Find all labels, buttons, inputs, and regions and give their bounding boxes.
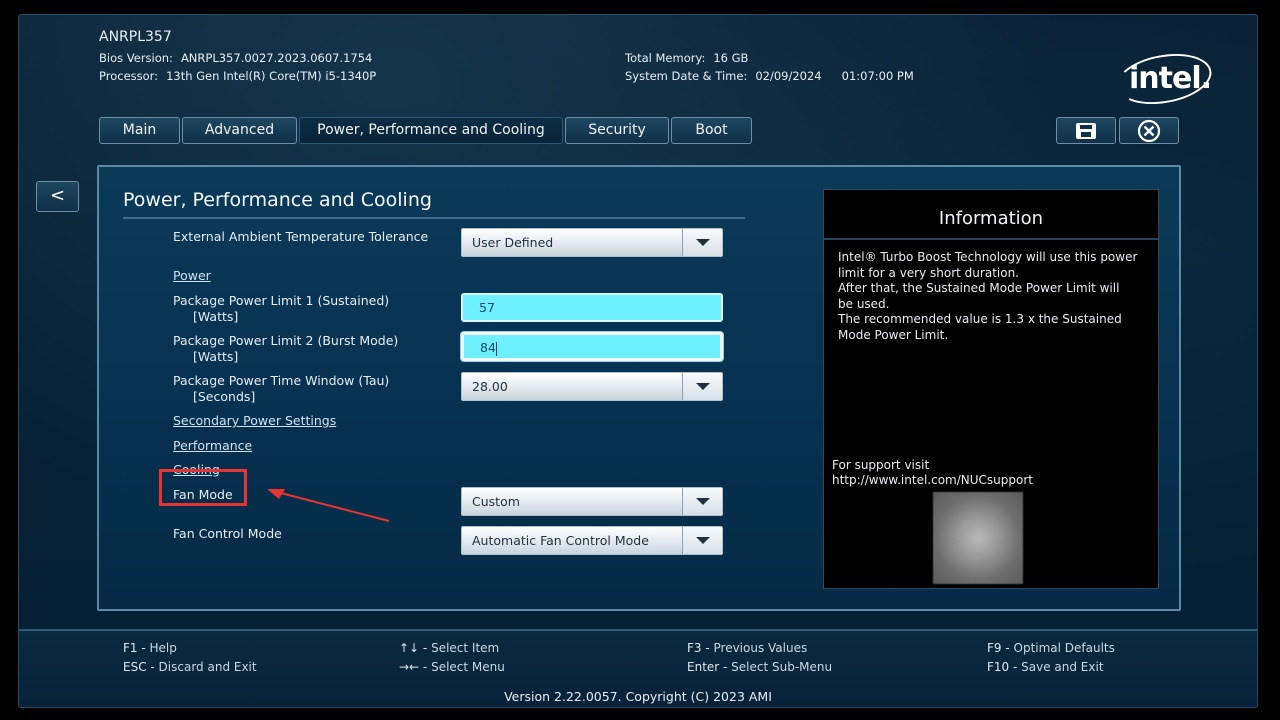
pl1-unit: [Watts]	[193, 309, 239, 324]
info-line-2: After that, the Sustained Mode Power Lim…	[838, 281, 1120, 311]
fan-control-value: Automatic Fan Control Mode	[472, 533, 649, 548]
chevron-down-icon	[682, 373, 722, 400]
tab-main[interactable]: Main	[99, 117, 180, 144]
save-button[interactable]	[1056, 117, 1116, 144]
close-icon	[1137, 119, 1161, 142]
pl2-label-group: Package Power Limit 2 (Burst Mode) [Watt…	[173, 333, 398, 365]
key-arrows-updown: ↑↓ - Select Item	[399, 641, 500, 655]
time-value: 01:07:00 PM	[841, 69, 914, 83]
title-divider	[123, 217, 745, 219]
intel-logo: intel.	[1129, 61, 1212, 96]
datetime-label: System Date & Time:	[625, 69, 748, 83]
footer-keys: F1 - Help ESC - Discard and Exit ↑↓ - Se…	[19, 629, 1257, 707]
key-enter: Enter - Select Sub-Menu	[687, 660, 833, 674]
chevron-down-icon	[682, 527, 722, 554]
fan-control-dropdown[interactable]: Automatic Fan Control Mode	[461, 526, 723, 555]
secondary-power-link[interactable]: Secondary Power Settings	[173, 413, 336, 428]
support-line-1: For support visit	[832, 458, 930, 472]
pl2-unit: [Watts]	[193, 349, 239, 364]
information-panel: Information Intel® Turbo Boost Technolog…	[823, 189, 1159, 589]
tau-value: 28.00	[472, 379, 508, 394]
info-line-1: Intel® Turbo Boost Technology will use t…	[838, 250, 1138, 280]
support-url: http://www.intel.com/NUCsupport	[832, 473, 1033, 487]
tab-boot[interactable]: Boot	[671, 117, 752, 144]
ambient-temp-dropdown[interactable]: User Defined	[461, 228, 723, 257]
information-divider	[824, 238, 1158, 240]
fan-control-label: Fan Control Mode	[173, 526, 282, 541]
chevron-down-icon	[682, 229, 722, 256]
tab-bar: Main Advanced Power, Performance and Coo…	[99, 117, 752, 144]
bios-version-label: Bios Version:	[99, 51, 173, 65]
info-line-3: The recommended value is 1.3 x the Susta…	[838, 312, 1122, 342]
bios-window: ANRPL357 Bios Version: ANRPL357.0027.202…	[18, 14, 1258, 708]
model-name: ANRPL357	[99, 29, 172, 45]
back-button[interactable]: <	[36, 181, 79, 212]
ambient-temp-value: User Defined	[472, 235, 554, 250]
pl2-input[interactable]: 84	[461, 332, 723, 361]
tab-power-performance-cooling[interactable]: Power, Performance and Cooling	[299, 117, 563, 144]
power-link[interactable]: Power	[173, 268, 211, 283]
fan-mode-dropdown[interactable]: Custom	[461, 487, 723, 516]
memory-label: Total Memory:	[625, 51, 706, 65]
settings-panel: Power, Performance and Cooling External …	[97, 165, 1181, 611]
date-value: 02/09/2024	[755, 69, 822, 83]
fan-mode-value: Custom	[472, 494, 520, 509]
tau-label-group: Package Power Time Window (Tau) [Seconds…	[173, 373, 389, 405]
memory-value: 16 GB	[713, 51, 749, 65]
key-f1: F1 - Help	[123, 641, 177, 655]
support-text: For support visit http://www.intel.com/N…	[832, 458, 1033, 488]
text-cursor	[495, 341, 497, 356]
processor-row: Processor: 13th Gen Intel(R) Core(TM) i5…	[99, 69, 376, 83]
pl2-value: 84	[480, 340, 496, 355]
tab-advanced[interactable]: Advanced	[182, 117, 297, 144]
information-title: Information	[938, 208, 1044, 229]
key-f9: F9 - Optimal Defaults	[987, 641, 1115, 655]
pl2-label: Package Power Limit 2 (Burst Mode)	[173, 333, 399, 348]
information-text: Intel® Turbo Boost Technology will use t…	[838, 250, 1138, 343]
tau-label: Package Power Time Window (Tau)	[173, 373, 390, 388]
bios-version-row: Bios Version: ANRPL357.0027.2023.0607.17…	[99, 51, 372, 65]
processor-label: Processor:	[99, 69, 159, 83]
save-icon	[1076, 122, 1096, 139]
key-f3: F3 - Previous Values	[687, 641, 808, 655]
processor-value: 13th Gen Intel(R) Core(TM) i5-1340P	[166, 69, 377, 83]
pl1-label: Package Power Limit 1 (Sustained)	[173, 293, 390, 308]
datetime-row: System Date & Time: 02/09/2024 01:07:00 …	[625, 69, 914, 83]
key-f10: F10 - Save and Exit	[987, 660, 1104, 674]
pl1-input[interactable]: 57	[461, 293, 723, 322]
annotation-arrow-icon	[267, 489, 390, 522]
bios-version-value: ANRPL357.0027.2023.0607.1754	[180, 51, 373, 65]
page-title: Power, Performance and Cooling	[123, 189, 432, 211]
tab-security[interactable]: Security	[565, 117, 669, 144]
ambient-temp-label: External Ambient Temperature Tolerance	[173, 229, 429, 244]
chevron-down-icon	[682, 488, 722, 515]
qr-code-image	[933, 492, 1023, 584]
tau-dropdown[interactable]: 28.00	[461, 372, 723, 401]
key-esc: ESC - Discard and Exit	[123, 660, 257, 674]
performance-link[interactable]: Performance	[173, 438, 252, 453]
tau-unit: [Seconds]	[193, 389, 256, 404]
exit-button[interactable]	[1119, 117, 1179, 144]
memory-row: Total Memory: 16 GB	[625, 51, 748, 65]
highlight-box	[159, 469, 247, 506]
pl1-label-group: Package Power Limit 1 (Sustained) [Watts…	[173, 293, 389, 325]
key-arrows-leftright: →← - Select Menu	[399, 660, 505, 674]
version-text: Version 2.22.0057. Copyright (C) 2023 AM…	[504, 689, 772, 704]
